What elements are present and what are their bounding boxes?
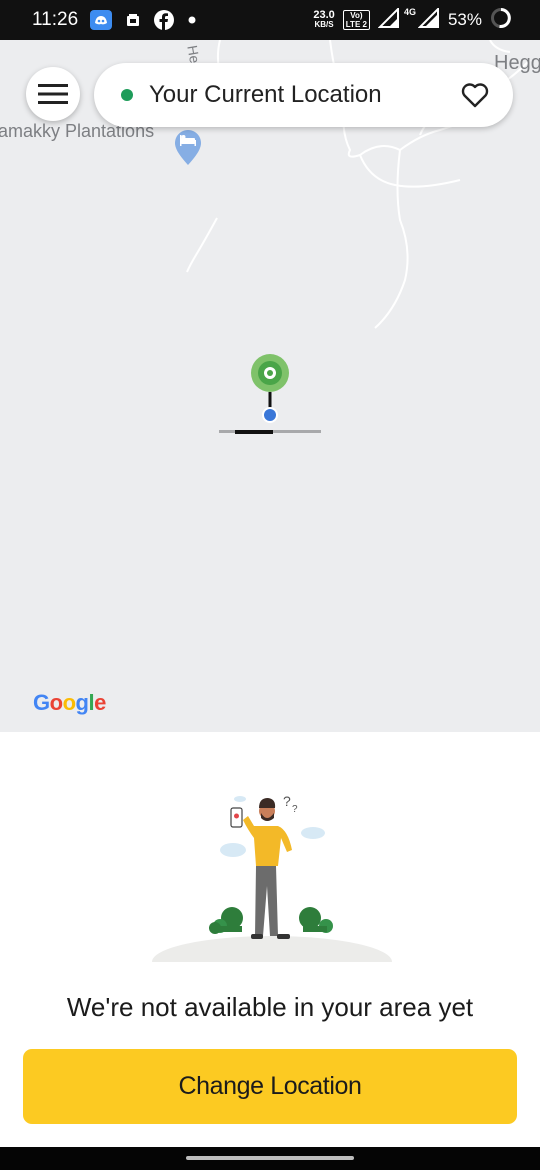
hamburger-menu-icon bbox=[38, 84, 68, 104]
discord-icon bbox=[90, 10, 113, 30]
facebook-icon bbox=[154, 10, 175, 30]
navigation-bar bbox=[0, 1147, 540, 1170]
google-logo-letter: e bbox=[94, 690, 106, 715]
signal-icon bbox=[417, 6, 440, 33]
home-gesture-handle[interactable] bbox=[186, 1156, 354, 1160]
google-logo-letter: o bbox=[62, 690, 76, 715]
net-speed-unit: KB/S bbox=[314, 20, 334, 29]
svg-text:?: ? bbox=[283, 793, 291, 809]
location-text: Your Current Location bbox=[149, 81, 382, 108]
battery-ring-icon bbox=[490, 7, 512, 34]
favorite-heart-icon[interactable] bbox=[461, 82, 489, 108]
status-bar: 11:26 23.0 KB/S Vo) LTE 2 4G 53% bbox=[0, 0, 540, 40]
current-location-bar[interactable]: Your Current Location bbox=[94, 63, 513, 127]
status-time: 11:26 bbox=[32, 9, 79, 30]
unavailable-message: We're not available in your area yet bbox=[66, 992, 474, 1022]
gallery-icon bbox=[126, 13, 140, 27]
signal-icon bbox=[377, 6, 400, 33]
google-logo-letter: g bbox=[75, 690, 89, 715]
google-logo: Google bbox=[33, 690, 106, 716]
hotel-pin-icon[interactable] bbox=[174, 128, 202, 166]
volte-badge: Vo) LTE 2 bbox=[342, 10, 370, 30]
svg-text:?: ? bbox=[292, 804, 298, 815]
net-speed: 23.0 KB/S bbox=[313, 9, 335, 30]
battery-percent: 53% bbox=[447, 10, 482, 29]
location-pin-icon bbox=[219, 354, 321, 434]
network-type: 4G bbox=[403, 6, 416, 17]
location-status-dot bbox=[121, 89, 133, 101]
google-logo-letter: o bbox=[49, 690, 63, 715]
change-location-button[interactable]: Change Location bbox=[23, 1049, 517, 1124]
menu-button[interactable] bbox=[26, 67, 80, 121]
confused-person-illustration: ? ? bbox=[152, 793, 392, 962]
dot-icon bbox=[188, 16, 196, 24]
map-view[interactable]: amakky Plantations Hego Hegg Google bbox=[0, 40, 540, 732]
volte-top: Vo) bbox=[350, 11, 363, 20]
volte-bottom: LTE 2 bbox=[345, 20, 367, 29]
status-right: 23.0 KB/S Vo) LTE 2 4G 53% bbox=[313, 6, 512, 34]
google-logo-letter: G bbox=[33, 690, 50, 715]
net-speed-value: 23.0 bbox=[313, 9, 335, 21]
